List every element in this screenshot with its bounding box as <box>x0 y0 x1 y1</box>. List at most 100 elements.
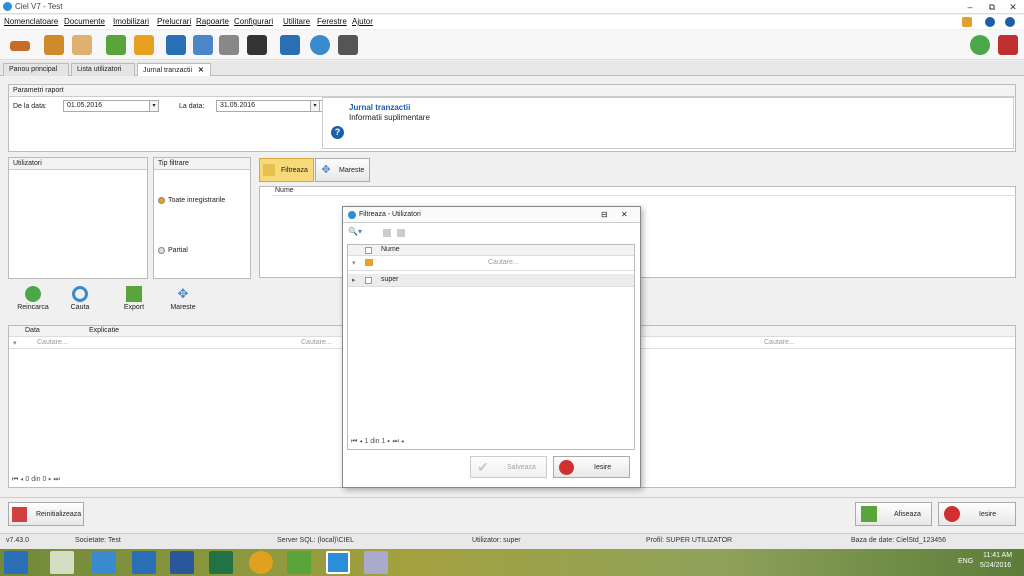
grid-icon[interactable] <box>397 229 405 237</box>
menu-ajutor[interactable]: Ajutor <box>352 17 373 26</box>
reset-button[interactable]: Reinitializeaza <box>8 502 84 526</box>
bottom-toolbar: Reinitializeaza Afiseaza Iesire <box>0 497 1024 531</box>
minimize-button[interactable]: ‒ <box>960 0 980 14</box>
power-icon <box>559 460 574 475</box>
chat-icon[interactable] <box>970 35 990 55</box>
search-extra[interactable]: Cautare... <box>764 339 795 346</box>
document-icon[interactable] <box>166 35 186 55</box>
menu-bar: Nomenclatoare Documente Imobilizari Prel… <box>0 15 1024 29</box>
enlarge-button[interactable]: ✥ Mareste <box>315 158 370 182</box>
save-button[interactable]: ✔ Salveaza <box>470 456 547 478</box>
menu-imobilizari[interactable]: Imobilizari <box>113 17 149 26</box>
users-icon[interactable] <box>72 35 92 55</box>
menu-ferestre[interactable]: Ferestre <box>317 17 347 26</box>
excel-icon[interactable] <box>209 551 233 574</box>
show-button[interactable]: Afiseaza <box>855 502 932 526</box>
dialog-column-name[interactable]: Nume <box>381 246 400 253</box>
language-indicator[interactable]: ENG <box>958 558 973 565</box>
computer-icon[interactable] <box>132 551 156 574</box>
menu-configurari[interactable]: Configurari <box>234 17 273 26</box>
clock-time[interactable]: 11:41 AM <box>983 552 1012 559</box>
reload-button[interactable]: Reincarca <box>14 283 52 321</box>
help-icon[interactable] <box>985 17 995 27</box>
app-icon <box>348 211 356 219</box>
main-toolbar <box>0 30 1024 60</box>
name-column-header: Nume <box>272 187 1016 196</box>
from-date-label: De la data: <box>13 103 47 110</box>
alert-icon[interactable] <box>998 35 1018 55</box>
dialog-close-icon[interactable]: ✕ <box>621 210 628 219</box>
close-button[interactable]: ✕ <box>1003 0 1023 14</box>
taskbar: ENG 11:41 AM 5/24/2016 <box>0 549 1024 576</box>
filter-button[interactable]: Filtreaza <box>259 158 314 182</box>
invoice-icon[interactable] <box>193 35 213 55</box>
filter-type-header: Tip filtrare <box>154 158 250 170</box>
column-explicatie[interactable]: Explicatie <box>89 327 119 334</box>
exit-button[interactable]: Iesire <box>938 502 1016 526</box>
menu-documente[interactable]: Documente <box>64 17 105 26</box>
power-icon[interactable] <box>1005 17 1015 27</box>
search-report-icon[interactable] <box>310 35 330 55</box>
chevron-down-icon[interactable]: ▾ <box>310 100 320 112</box>
chevron-down-icon[interactable]: ▾ <box>149 100 159 112</box>
tab-lista-utilizatori[interactable]: Lista utilizatori <box>71 63 135 76</box>
chrome-icon[interactable] <box>249 551 273 574</box>
dialog-restore-icon[interactable]: ⊟ <box>601 210 608 219</box>
file-explorer-icon[interactable] <box>92 551 116 574</box>
search-button[interactable]: Cauta <box>60 283 100 321</box>
users-header: Utilizatori <box>9 158 147 170</box>
column-data[interactable]: Data <box>25 327 40 334</box>
export-button[interactable]: Export <box>114 283 154 321</box>
tab-panou-principal[interactable]: Panou principal <box>3 63 69 76</box>
row-checkbox[interactable] <box>365 277 372 284</box>
reset-icon <box>12 507 27 522</box>
home-icon[interactable] <box>50 551 74 574</box>
tab-jurnal-tranzactii[interactable]: Jurnal tranzactii ✕ <box>137 63 211 76</box>
cash-register-icon[interactable] <box>247 35 267 55</box>
import-icon[interactable] <box>106 35 126 55</box>
menu-utilitare[interactable]: Utilitare <box>283 17 310 26</box>
handshake-icon[interactable] <box>10 41 30 51</box>
dialog-row[interactable]: ▸ super <box>348 274 634 287</box>
restore-button[interactable]: ⧉ <box>982 0 1002 14</box>
grid-pager[interactable]: ⏮ ◂ 0 din 0 ▸ ⏭ <box>12 476 60 484</box>
save-label: Salveaza <box>507 464 536 471</box>
menu-rapoarte[interactable]: Rapoarte <box>196 17 229 26</box>
search-data[interactable]: Cautare... <box>37 339 68 346</box>
printer-icon[interactable] <box>219 35 239 55</box>
settings-icon[interactable] <box>962 17 972 27</box>
profile: Profil: SUPER UTILIZATOR <box>646 537 733 544</box>
info-title: Jurnal tranzactii <box>349 103 411 112</box>
menu-nomenclatoare[interactable]: Nomenclatoare <box>4 17 58 26</box>
columns-icon[interactable] <box>383 229 391 237</box>
word-icon[interactable] <box>170 551 194 574</box>
radio-all[interactable] <box>158 197 165 204</box>
folder-icon[interactable] <box>44 35 64 55</box>
dialog-exit-button[interactable]: Iesire <box>553 456 630 478</box>
ciel-app-icon[interactable] <box>326 551 350 574</box>
monitor-icon[interactable] <box>280 35 300 55</box>
paint-icon[interactable] <box>364 551 388 574</box>
dialog-search-input[interactable]: Cautare... <box>488 259 519 266</box>
pager-text: 0 din 0 <box>25 476 47 483</box>
dialog-pager[interactable]: ⏮ ◂ 1 din 1 ▸ ⏭ ◂ <box>351 438 404 446</box>
filter-cell-icon <box>365 259 373 266</box>
arrows-icon: ✥ <box>321 164 331 176</box>
filter-icon <box>263 164 275 176</box>
cloud-icon[interactable] <box>287 551 311 574</box>
select-all-checkbox[interactable] <box>365 247 372 254</box>
search-explicatie[interactable]: Cautare... <box>301 339 332 346</box>
tab-close-icon[interactable]: ✕ <box>198 67 204 74</box>
calculator-icon[interactable] <box>338 35 358 55</box>
dialog-search-icon[interactable]: 🔍▾ <box>348 227 378 239</box>
enlarge-grid-button[interactable]: ✥ Mareste <box>163 283 203 321</box>
list-icon[interactable] <box>134 35 154 55</box>
export-label: Export <box>123 304 145 311</box>
radio-partial[interactable] <box>158 247 165 254</box>
question-icon: ? <box>331 126 344 139</box>
dialog-search-row: ▾ Cautare... <box>348 256 634 271</box>
menu-prelucrari[interactable]: Prelucrari <box>157 17 191 26</box>
clock-date[interactable]: 5/24/2016 <box>980 562 1011 569</box>
windows-start-icon[interactable] <box>4 551 28 574</box>
from-date-field[interactable]: 01.05.2016 <box>63 100 159 112</box>
